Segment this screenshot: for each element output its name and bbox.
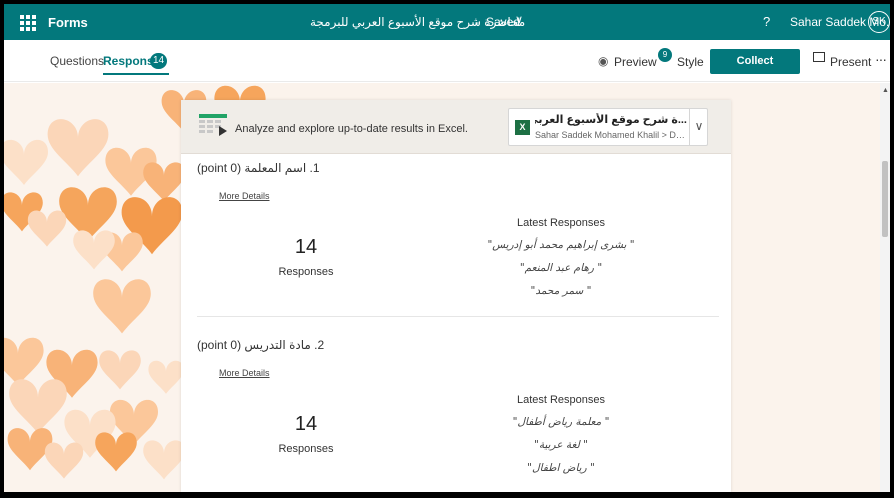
- present-icon[interactable]: [813, 52, 825, 62]
- response-count: 14: [294, 413, 318, 435]
- more-options-icon[interactable]: ···: [875, 51, 887, 67]
- scrollbar-thumb[interactable]: [882, 161, 888, 237]
- excel-file-path: Sahar Saddek Mohamed Khalil > Docum...: [535, 130, 687, 140]
- eye-icon[interactable]: ◉: [598, 54, 608, 68]
- question-2-title: 2. مادة التدريس (0 point): [197, 338, 325, 352]
- latest-response-item: " رياض اطفال": [527, 462, 595, 474]
- question-1-title: 1. اسم المعلمة (0 point): [197, 161, 320, 175]
- response-count-label: Responses: [278, 443, 334, 455]
- more-details-link[interactable]: More Details: [219, 191, 270, 201]
- preview-button[interactable]: Preview: [614, 55, 657, 69]
- help-icon[interactable]: ?: [763, 14, 770, 29]
- more-details-link[interactable]: More Details: [219, 368, 270, 378]
- response-count: 14: [294, 236, 318, 258]
- active-tab-indicator: [103, 73, 169, 75]
- page-scrollbar[interactable]: ▲: [880, 83, 890, 492]
- response-count-label: Responses: [278, 266, 334, 278]
- spreadsheet-icon: [199, 114, 227, 136]
- style-button[interactable]: Style: [677, 55, 704, 69]
- app-header: Forms محاضرة شرح موقع الأسبوع العربي للب…: [4, 4, 890, 40]
- latest-response-item: " معلمة رياض أطفال": [512, 416, 610, 428]
- palette-icon[interactable]: 9: [658, 48, 672, 62]
- responses-count-badge: 14: [150, 53, 168, 69]
- excel-banner: Analyze and explore up-to-date results i…: [181, 100, 731, 154]
- responses-card: Analyze and explore up-to-date results i…: [181, 100, 731, 492]
- open-in-excel-button[interactable]: X ...ة شرح موقع الأسبوع العربي للبرمجة S…: [508, 108, 708, 146]
- tab-questions[interactable]: Questions: [50, 54, 104, 68]
- excel-file-icon: X: [515, 120, 530, 135]
- avatar[interactable]: SK: [868, 11, 890, 33]
- latest-responses-heading: Latest Responses: [516, 394, 606, 406]
- excel-file-title: ...ة شرح موقع الأسبوع العربي للبرمجة: [535, 114, 687, 126]
- latest-response-item: " لغة عربية": [533, 439, 588, 451]
- chevron-down-icon[interactable]: ∨: [515, 13, 523, 26]
- latest-response-item: " رهام عبد المنعم": [519, 262, 603, 274]
- chevron-down-icon[interactable]: ∨: [689, 109, 708, 145]
- app-name[interactable]: Forms: [48, 15, 88, 30]
- browser-frame: Forms محاضرة شرح موقع الأسبوع العربي للب…: [4, 4, 890, 492]
- scroll-up-arrow-icon[interactable]: ▲: [882, 87, 889, 94]
- present-button[interactable]: Present: [830, 55, 871, 69]
- latest-response-item: " بشرى إبراهيم محمد أبو إدريس": [487, 239, 635, 251]
- latest-responses-heading: Latest Responses: [516, 217, 606, 229]
- question-divider: [197, 316, 719, 317]
- excel-banner-text: Analyze and explore up-to-date results i…: [235, 123, 468, 135]
- command-bar: Questions Responses 14 ◉ Preview 9 Style…: [4, 40, 890, 92]
- app-launcher-icon[interactable]: [18, 13, 36, 31]
- latest-response-item: " سمر محمد": [530, 285, 592, 297]
- title-separator: -: [475, 15, 479, 29]
- collect-responses-button[interactable]: Collect responses: [710, 49, 800, 92]
